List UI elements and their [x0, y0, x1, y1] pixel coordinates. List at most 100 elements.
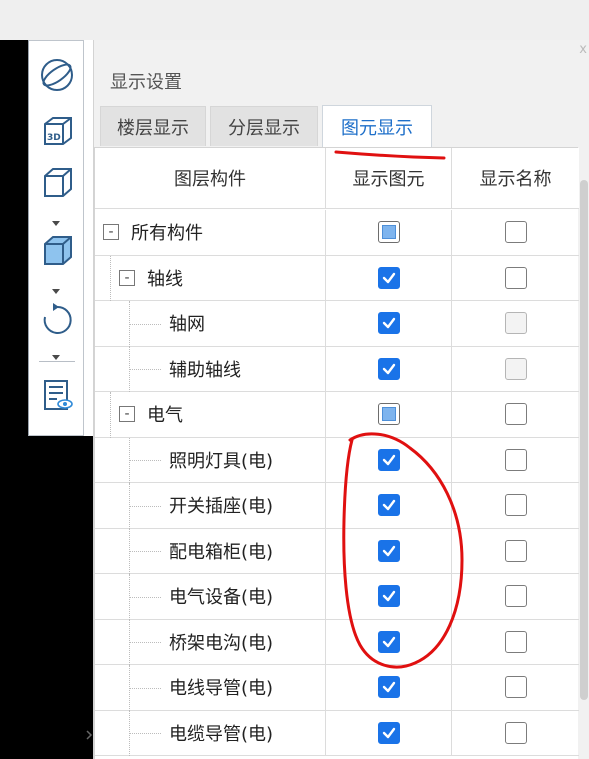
component-name: 轴线 — [147, 268, 183, 290]
rotate-icon[interactable] — [37, 299, 77, 339]
chevron-down-icon[interactable] — [49, 347, 63, 360]
layer-list-icon[interactable] — [37, 375, 77, 415]
show-name-checkbox[interactable] — [504, 721, 527, 744]
show-element-checkbox[interactable] — [377, 721, 400, 744]
show-element-cell — [326, 210, 452, 255]
component-cell: 桥架电沟(电) — [95, 619, 326, 665]
table-row[interactable]: 开关插座(电) — [95, 483, 579, 529]
orbit-icon[interactable] — [37, 55, 77, 95]
show-element-checkbox[interactable] — [377, 312, 400, 335]
table-row[interactable]: 照明灯具(电) — [95, 437, 579, 483]
show-name-checkbox[interactable] — [504, 403, 527, 426]
table-row[interactable]: 电缆导管(电) — [95, 710, 579, 756]
component-name: 电线导管(电) — [169, 678, 274, 700]
component-cell: 电缆导管(电) — [95, 710, 326, 756]
table-row[interactable]: 电线导管(电) — [95, 665, 579, 711]
component-cell: - 轴线 — [95, 255, 326, 301]
tree-connector — [129, 551, 161, 553]
column-header: 图层构件 — [95, 148, 326, 208]
tree-connector — [129, 346, 130, 392]
show-element-checkbox[interactable] — [377, 494, 400, 517]
show-name-cell — [452, 438, 579, 483]
show-name-cell — [452, 392, 579, 437]
show-name-checkbox — [504, 357, 527, 380]
collapse-toggle-icon[interactable]: - — [119, 269, 135, 286]
tab-label: 图元显示 — [341, 117, 413, 139]
box-wireframe-icon[interactable] — [37, 163, 77, 203]
view-toolbar: 3D — [28, 40, 84, 436]
tree-connector — [129, 733, 161, 735]
table-header: 图层构件 显示图元 显示名称 — [95, 148, 579, 209]
tree-connector — [129, 619, 130, 665]
show-element-checkbox[interactable] — [377, 266, 400, 289]
show-name-cell — [452, 256, 579, 301]
show-element-checkbox[interactable] — [377, 539, 400, 562]
show-name-checkbox[interactable] — [504, 266, 527, 289]
show-element-cell — [326, 346, 452, 391]
collapse-toggle-icon[interactable]: - — [103, 224, 119, 241]
tab-label: 楼层显示 — [117, 117, 189, 139]
component-name: 照明灯具(电) — [169, 450, 274, 472]
show-name-checkbox[interactable] — [504, 585, 527, 608]
show-name-cell — [452, 529, 579, 574]
show-element-cell — [326, 528, 452, 573]
column-header[interactable]: 显示名称 — [452, 148, 579, 208]
show-element-cell — [326, 574, 452, 619]
show-element-checkbox[interactable] — [377, 676, 400, 699]
tab-layer-display[interactable]: 分层显示 — [210, 106, 318, 146]
show-name-checkbox[interactable] — [504, 676, 527, 699]
component-name: 开关插座(电) — [169, 496, 274, 518]
show-name-checkbox[interactable] — [504, 630, 527, 653]
show-element-checkbox[interactable] — [377, 448, 400, 471]
top-bar — [0, 0, 589, 40]
box-solid-icon[interactable] — [37, 231, 77, 271]
show-name-checkbox — [504, 312, 527, 335]
close-icon[interactable]: x — [579, 42, 587, 57]
table-row[interactable]: 桥架电沟(电) — [95, 619, 579, 665]
table-row[interactable]: - 电气 — [95, 392, 579, 438]
show-name-cell — [452, 483, 579, 528]
show-element-checkbox[interactable] — [377, 630, 400, 653]
tree-connector — [129, 665, 130, 711]
collapse-toggle-icon[interactable]: - — [119, 406, 135, 423]
show-name-checkbox[interactable] — [504, 494, 527, 517]
component-cell: - 电气 — [95, 392, 326, 438]
show-name-cell — [452, 210, 579, 255]
table-row[interactable]: - 轴线 — [95, 255, 579, 301]
show-element-cell — [326, 255, 452, 300]
show-element-cell — [326, 437, 452, 482]
show-element-checkbox[interactable] — [377, 357, 400, 380]
show-element-checkbox[interactable] — [377, 585, 400, 608]
show-name-checkbox[interactable] — [504, 539, 527, 562]
table-row[interactable]: 电气设备(电) — [95, 574, 579, 620]
tab-element-display[interactable]: 图元显示 — [322, 105, 432, 147]
view-3d-icon[interactable]: 3D — [37, 111, 77, 151]
show-element-cell — [326, 665, 452, 710]
table-row[interactable]: 配电箱柜(电) — [95, 528, 579, 574]
show-name-cell — [452, 347, 579, 392]
tree-connector — [129, 460, 161, 462]
table-row[interactable]: - 所有构件 — [95, 210, 579, 256]
column-header[interactable]: 显示图元 — [326, 148, 452, 208]
scrollbar[interactable] — [580, 180, 588, 700]
tab-floor-display[interactable]: 楼层显示 — [100, 106, 206, 146]
canvas-area-lower[interactable] — [28, 436, 94, 759]
component-table: 图层构件 显示图元 显示名称 - 所有构件 - 轴线 轴网 辅助轴线 - 电气 照明灯具(电) 开… — [94, 147, 579, 759]
chevron-down-icon[interactable] — [49, 213, 63, 226]
table-row[interactable]: 辅助轴线 — [95, 346, 579, 392]
tree-connector — [129, 596, 161, 598]
component-name: 桥架电沟(电) — [169, 632, 274, 654]
component-cell: 配电箱柜(电) — [95, 528, 326, 574]
show-element-checkbox[interactable] — [377, 221, 400, 244]
show-element-cell — [326, 301, 452, 346]
tree-connector — [129, 574, 130, 620]
show-element-checkbox[interactable] — [377, 403, 400, 426]
chevron-down-icon[interactable] — [49, 281, 63, 294]
table-row[interactable]: 轴网 — [95, 301, 579, 347]
show-element-cell — [326, 483, 452, 528]
panel-resize-grip[interactable] — [85, 725, 93, 740]
canvas-area[interactable] — [0, 40, 28, 759]
show-name-checkbox[interactable] — [504, 448, 527, 471]
show-name-checkbox[interactable] — [504, 221, 527, 244]
component-name: 电气设备(电) — [169, 587, 274, 609]
